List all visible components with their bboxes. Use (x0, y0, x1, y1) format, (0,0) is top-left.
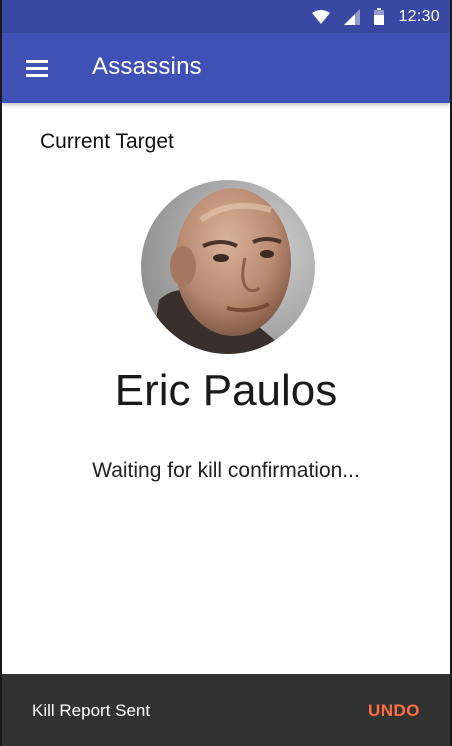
status-bar: 12:30 (2, 0, 450, 33)
kill-status-text: Waiting for kill confirmation... (92, 459, 360, 482)
status-icons: 12:30 (312, 0, 440, 33)
app-bar: Assassins (2, 33, 450, 103)
snackbar-message: Kill Report Sent (32, 701, 151, 720)
app-title: Assassins (92, 53, 202, 80)
snackbar: Kill Report Sent UNDO (2, 674, 450, 746)
status-time: 12:30 (398, 7, 440, 25)
hamburger-menu-icon[interactable] (24, 55, 52, 81)
avatar (141, 180, 315, 354)
target-name: Eric Paulos (114, 366, 338, 415)
cell-signal-icon (344, 8, 361, 25)
wifi-icon (312, 9, 331, 24)
phone-screen: 12:30 Assassins Current Target Eric Paul… (0, 0, 452, 746)
section-label: Current Target (40, 130, 174, 153)
undo-button[interactable]: UNDO (368, 701, 420, 721)
battery-icon (374, 8, 385, 25)
